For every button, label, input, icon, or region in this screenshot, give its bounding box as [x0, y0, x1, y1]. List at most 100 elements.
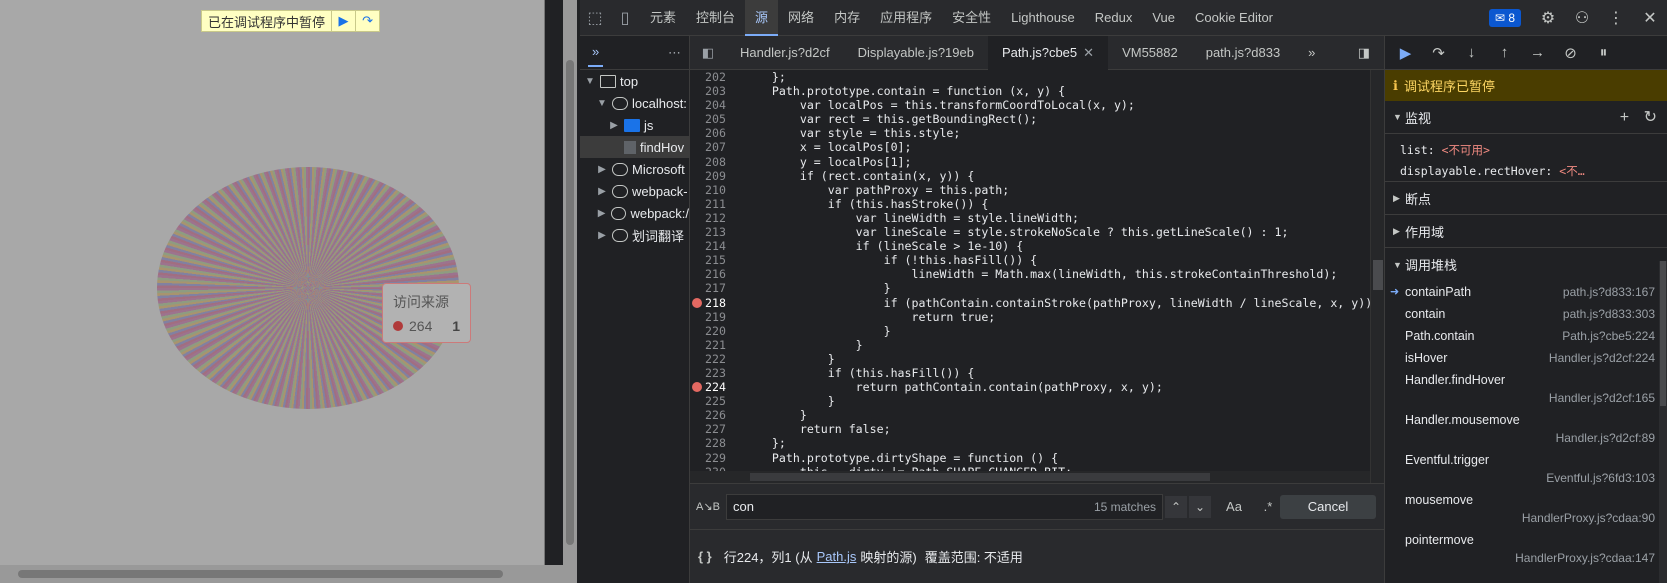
line-number[interactable]: 229 [690, 451, 730, 465]
code-line[interactable]: 204 var localPos = this.transformCoordTo… [690, 98, 1370, 112]
code-line[interactable]: 214 if (lineScale > 1e-10) { [690, 239, 1370, 253]
inspect-element-icon[interactable]: ⬚ [580, 0, 610, 36]
line-number[interactable]: 207 [690, 140, 730, 154]
call-frame[interactable]: Handler.mousemove Handler.js?d2cf:89 [1385, 409, 1667, 449]
line-number[interactable]: 214 [690, 239, 730, 253]
resume-icon[interactable]: ▶ [1389, 44, 1422, 62]
file-tab-active[interactable]: Path.js?cbe5 ✕ [987, 35, 1109, 70]
scroll-thumb[interactable] [566, 60, 574, 545]
tree-item-localhost[interactable]: ▼ localhost: [580, 92, 689, 114]
call-frame[interactable]: mousemove HandlerProxy.js?cdaa:90 [1385, 489, 1667, 529]
more-tabs-icon[interactable]: » [1294, 36, 1329, 70]
tree-item-webpack-internal[interactable]: ▶ webpack- [580, 180, 689, 202]
device-toolbar-icon[interactable]: ▯ [610, 0, 640, 36]
step-into-icon[interactable]: ↓ [1455, 44, 1488, 61]
next-match-icon[interactable]: ⌄ [1189, 495, 1211, 518]
scroll-thumb[interactable] [750, 473, 1210, 481]
line-number[interactable]: 223 [690, 366, 730, 380]
code-line[interactable]: 223 if (this.hasFill()) { [690, 366, 1370, 380]
code-line[interactable]: 225 } [690, 394, 1370, 408]
line-number[interactable]: 203 [690, 84, 730, 98]
tab-network[interactable]: 网络 [778, 0, 824, 36]
scroll-thumb[interactable] [18, 570, 503, 578]
sidebar-scrollbar[interactable] [1659, 261, 1667, 583]
line-number[interactable]: 221 [690, 338, 730, 352]
pause-on-exceptions-icon[interactable]: ⏸ [1587, 44, 1620, 61]
page-horizontal-scrollbar[interactable] [0, 565, 563, 583]
line-number[interactable]: 217 [690, 281, 730, 295]
deactivate-breakpoints-icon[interactable]: ⊘ [1554, 44, 1587, 62]
previous-match-icon[interactable]: ⌃ [1165, 495, 1187, 518]
line-number[interactable]: 225 [690, 394, 730, 408]
tree-item-findhover[interactable]: findHov [580, 136, 689, 158]
call-frame[interactable]: isHover Handler.js?d2cf:224 [1385, 347, 1667, 369]
remote-devices-icon[interactable]: ⚇ [1565, 8, 1599, 28]
line-number[interactable]: 218 [690, 296, 730, 310]
tree-item-top[interactable]: ▼ top [580, 70, 689, 92]
call-frame[interactable]: contain path.js?d833:303 [1385, 303, 1667, 325]
code-line[interactable]: 206 var style = this.style; [690, 126, 1370, 140]
tab-vue[interactable]: Vue [1142, 0, 1185, 36]
file-tab[interactable]: VM55882 [1108, 36, 1192, 70]
breakpoints-section-header[interactable]: ▶ 断点 [1385, 182, 1667, 215]
watch-item[interactable]: displayable.rectHover: <不… [1400, 161, 1667, 182]
regex-button[interactable]: .* [1257, 499, 1279, 514]
code-vertical-scrollbar[interactable] [1370, 70, 1384, 483]
tree-item-js[interactable]: ▶ js [580, 114, 689, 136]
line-number[interactable]: 222 [690, 352, 730, 366]
code-line[interactable]: 224 return pathContain.contain(pathProxy… [690, 380, 1370, 394]
search-input[interactable]: con 15 matches [726, 493, 1163, 520]
call-frame[interactable]: Handler.findHover Handler.js?d2cf:165 [1385, 369, 1667, 409]
code-line[interactable]: 213 var lineScale = style.strokeNoScale … [690, 225, 1370, 239]
code-line[interactable]: 221 } [690, 338, 1370, 352]
line-number[interactable]: 224 [690, 380, 730, 394]
close-icon[interactable]: ✕ [1633, 8, 1667, 28]
refresh-icon[interactable]: ↻ [1644, 109, 1657, 126]
step-icon[interactable]: → [1521, 44, 1554, 61]
tab-cookie-editor[interactable]: Cookie Editor [1185, 0, 1283, 36]
more-icon[interactable]: ⋯ [668, 45, 681, 61]
file-tab[interactable]: path.js?d833 [1192, 36, 1294, 70]
code-line[interactable]: 229 Path.prototype.dirtyShape = function… [690, 451, 1370, 465]
line-number[interactable]: 228 [690, 436, 730, 450]
call-frame[interactable]: containPath path.js?d833:167 [1385, 281, 1667, 303]
tab-console[interactable]: 控制台 [686, 0, 745, 36]
toggle-navigator-icon[interactable]: ◧ [690, 45, 726, 61]
tab-lighthouse[interactable]: Lighthouse [1001, 0, 1085, 36]
code-line[interactable]: 212 var lineWidth = style.lineWidth; [690, 211, 1370, 225]
code-line[interactable]: 228 }; [690, 436, 1370, 450]
call-frame[interactable]: Path.contain Path.js?cbe5:224 [1385, 325, 1667, 347]
add-watch-icon[interactable]: + [1620, 109, 1629, 126]
code-line[interactable]: 216 lineWidth = Math.max(lineWidth, this… [690, 267, 1370, 281]
code-line[interactable]: 207 x = localPos[0]; [690, 140, 1370, 154]
page-vertical-scrollbar[interactable] [563, 0, 577, 583]
line-number[interactable]: 211 [690, 197, 730, 211]
issues-badge[interactable]: ✉ 8 [1488, 8, 1521, 27]
tree-item-microsoft[interactable]: ▶ Microsoft [580, 158, 689, 180]
code-line[interactable]: 215 if (!this.hasFill()) { [690, 253, 1370, 267]
code-line[interactable]: 205 var rect = this.getBoundingRect(); [690, 112, 1370, 126]
callstack-section-header[interactable]: ▼ 调用堆栈 [1385, 248, 1667, 281]
line-number[interactable]: 202 [690, 70, 730, 84]
scroll-thumb[interactable] [1660, 261, 1666, 406]
show-navigator-icon[interactable]: » [588, 38, 604, 67]
line-number[interactable]: 209 [690, 169, 730, 183]
line-number[interactable]: 205 [690, 112, 730, 126]
code-line[interactable]: 209 if (rect.contain(x, y)) { [690, 169, 1370, 183]
tree-item-translate-extension[interactable]: ▶ 划词翻译 [580, 224, 689, 246]
code-line[interactable]: 226 } [690, 408, 1370, 422]
line-number[interactable]: 220 [690, 324, 730, 338]
line-number[interactable]: 216 [690, 267, 730, 281]
tab-application[interactable]: 应用程序 [870, 0, 942, 36]
code-line[interactable]: 210 var pathProxy = this.path; [690, 183, 1370, 197]
call-frame[interactable]: Eventful.trigger Eventful.js?6fd3:103 [1385, 449, 1667, 489]
line-number[interactable]: 210 [690, 183, 730, 197]
tab-memory[interactable]: 内存 [824, 0, 870, 36]
code-line[interactable]: 208 y = localPos[1]; [690, 155, 1370, 169]
settings-gear-icon[interactable]: ⚙ [1531, 8, 1565, 28]
code-line[interactable]: 227 return false; [690, 422, 1370, 436]
source-map-link[interactable]: Path.js [817, 549, 857, 564]
code-horizontal-scrollbar[interactable] [690, 471, 1370, 483]
close-tab-icon[interactable]: ✕ [1083, 45, 1094, 60]
code-line[interactable]: 220 } [690, 324, 1370, 338]
